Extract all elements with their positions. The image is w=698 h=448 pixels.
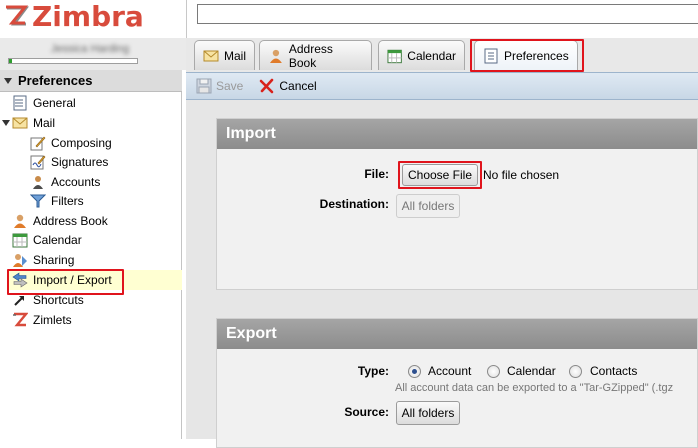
source-folder-button[interactable]: All folders bbox=[396, 401, 460, 425]
signature-icon bbox=[30, 155, 46, 170]
tab-label: Mail bbox=[223, 48, 246, 63]
quota-bar bbox=[8, 58, 138, 64]
save-label: Save bbox=[216, 79, 244, 93]
top-bar: Zimbra bbox=[0, 0, 698, 38]
tree-item-label: Calendar bbox=[33, 233, 82, 247]
zimlet-icon bbox=[13, 312, 28, 327]
highlight-box bbox=[470, 39, 584, 72]
zimbra-logo[interactable]: Zimbra bbox=[4, 2, 144, 32]
tree-item-label: Shortcuts bbox=[33, 293, 84, 307]
toolbar: Save Cancel bbox=[186, 72, 698, 100]
logo-text: Zimbra bbox=[32, 0, 144, 33]
contacts-icon bbox=[14, 214, 26, 228]
cancel-button[interactable]: Cancel bbox=[259, 78, 317, 94]
tree-header-label: Preferences bbox=[18, 73, 93, 88]
compose-icon bbox=[30, 136, 46, 151]
export-note: All account data can be exported to a "T… bbox=[395, 382, 674, 394]
radio-contacts[interactable] bbox=[569, 365, 582, 378]
tree-item-label: Signatures bbox=[51, 155, 109, 169]
save-button[interactable]: Save bbox=[196, 78, 243, 94]
tree-item-signatures[interactable]: Signatures bbox=[30, 152, 108, 172]
collapse-triangle-icon[interactable] bbox=[4, 77, 12, 84]
divider bbox=[186, 0, 187, 38]
radio-account[interactable] bbox=[408, 365, 421, 378]
tree-item-address-book[interactable]: Address Book bbox=[12, 211, 108, 231]
accounts-icon bbox=[33, 176, 43, 189]
tree-item-shortcuts[interactable]: Shortcuts bbox=[12, 290, 84, 310]
calendar-icon bbox=[387, 49, 402, 63]
save-icon bbox=[196, 78, 212, 94]
type-label: Type: bbox=[357, 364, 389, 378]
tab-label: Calendar bbox=[407, 48, 456, 63]
radio-calendar-label: Calendar bbox=[507, 364, 556, 378]
tree-item-label: Zimlets bbox=[33, 313, 72, 327]
general-settings-icon bbox=[13, 95, 27, 111]
expand-triangle-icon[interactable] bbox=[2, 120, 10, 126]
export-panel: Export Type: Account Calendar Contacts A… bbox=[216, 318, 698, 448]
tree-item-mail[interactable]: Mail bbox=[12, 113, 55, 133]
import-title: Import bbox=[217, 119, 697, 149]
tree-item-label: General bbox=[33, 96, 76, 110]
cancel-label: Cancel bbox=[279, 79, 317, 93]
import-panel: Import File: Choose File No file chosen … bbox=[216, 118, 698, 290]
envelope-icon bbox=[203, 50, 219, 61]
calendar-icon bbox=[12, 233, 28, 248]
tree-item-general[interactable]: General bbox=[12, 93, 76, 113]
preferences-tree: Preferences General Mail Composing Signa… bbox=[0, 70, 182, 439]
tab-label: Address Book bbox=[288, 41, 333, 70]
search-input[interactable] bbox=[197, 4, 698, 24]
tree-item-label: Mail bbox=[33, 116, 56, 130]
tree-item-label: Composing bbox=[51, 136, 112, 150]
tree-item-sharing[interactable]: Sharing bbox=[12, 250, 74, 270]
tree-item-filters[interactable]: Filters bbox=[30, 191, 84, 211]
destination-folder-button[interactable]: All folders bbox=[396, 194, 460, 218]
user-name: Jessica Harding bbox=[50, 43, 130, 55]
shortcut-arrow-icon bbox=[14, 296, 24, 306]
tree-item-label: Sharing bbox=[33, 253, 75, 267]
tree-item-accounts[interactable]: Accounts bbox=[30, 172, 100, 192]
tab-calendar[interactable]: Calendar bbox=[378, 40, 465, 70]
radio-account-label: Account bbox=[428, 364, 472, 378]
tree-item-label: Filters bbox=[51, 194, 84, 208]
main-content: Import File: Choose File No file chosen … bbox=[186, 100, 698, 448]
no-file-text: No file chosen bbox=[483, 168, 560, 182]
quota-fill bbox=[9, 59, 12, 63]
tree-item-zimlets[interactable]: Zimlets bbox=[12, 310, 72, 330]
tree-header[interactable]: Preferences bbox=[0, 70, 182, 92]
contacts-icon bbox=[269, 49, 282, 63]
export-title: Export bbox=[217, 319, 697, 349]
tree-item-label: Address Book bbox=[33, 214, 108, 228]
radio-contacts-label: Contacts bbox=[590, 364, 638, 378]
user-info: Jessica Harding bbox=[0, 38, 186, 70]
tree-item-label: Accounts bbox=[51, 175, 101, 189]
filter-icon bbox=[30, 194, 46, 208]
tree-item-calendar[interactable]: Calendar bbox=[12, 230, 82, 250]
tree-item-composing[interactable]: Composing bbox=[30, 133, 112, 153]
source-label: Source: bbox=[344, 405, 389, 419]
highlight-box bbox=[398, 161, 482, 189]
sharing-icon bbox=[13, 254, 27, 267]
tab-mail[interactable]: Mail bbox=[194, 40, 255, 70]
app-tabs: Mail Address Book Calendar Preferences bbox=[186, 38, 698, 72]
close-icon bbox=[260, 78, 274, 94]
zimbra-logo-icon bbox=[6, 5, 29, 26]
radio-calendar[interactable] bbox=[487, 365, 500, 378]
envelope-icon bbox=[12, 117, 28, 129]
file-label: File: bbox=[364, 167, 389, 181]
destination-label: Destination: bbox=[319, 197, 389, 211]
tab-address-book[interactable]: Address Book bbox=[259, 40, 372, 70]
